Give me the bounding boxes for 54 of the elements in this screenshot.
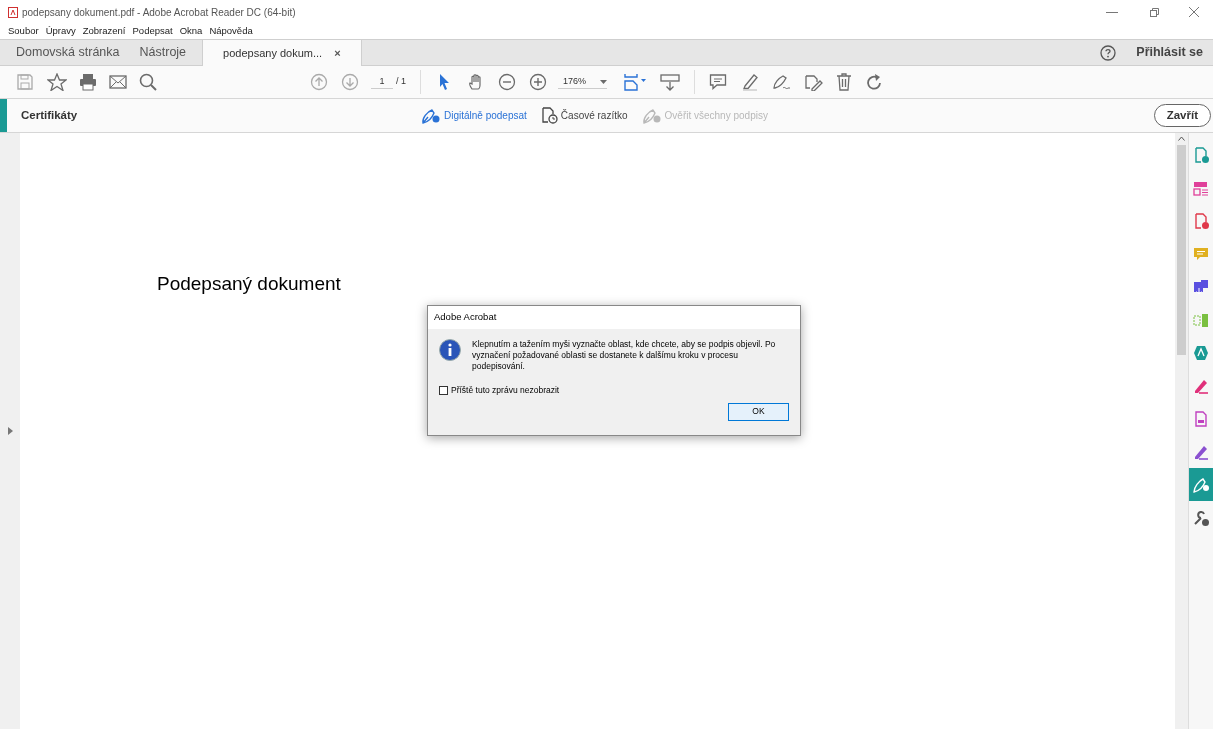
close-button[interactable]: Zavřít [1153, 104, 1211, 127]
menu-item[interactable]: Zobrazení [82, 24, 126, 39]
menu-item[interactable]: Podepsat [132, 24, 173, 39]
document-clock-icon [540, 107, 558, 124]
expand-arrow-icon[interactable] [7, 427, 13, 435]
tab[interactable]: Nástroje [129, 40, 197, 65]
highlighter-icon[interactable] [741, 73, 759, 91]
panel-accent-bar [0, 99, 7, 132]
signature-pen-icon[interactable] [771, 73, 791, 91]
star-icon[interactable] [47, 73, 67, 91]
sign-in-link[interactable]: Přihlásit se [1136, 43, 1203, 62]
panel-action-link[interactable]: Časové razítko [560, 108, 628, 123]
pen-nib-icon [421, 107, 441, 124]
scroll-mode-icon[interactable] [660, 73, 680, 91]
zoom-out-icon[interactable] [498, 73, 516, 91]
menu-item[interactable]: Okna [179, 24, 203, 39]
checkbox[interactable] [439, 385, 448, 395]
window-title: podepsany dokument.pdf - Adobe Acrobat Reader DC (64-bit) [22, 5, 296, 20]
fit-page-icon[interactable] [623, 73, 647, 91]
pdf-file-icon [8, 6, 18, 18]
ok-button[interactable]: OK [728, 402, 789, 421]
zoom-in-icon[interactable] [529, 73, 547, 91]
scrollbar-thumb[interactable] [1177, 145, 1186, 355]
menu-item[interactable]: Soubor [8, 24, 39, 39]
search-icon[interactable] [139, 73, 157, 91]
panel-title: Certifikáty [21, 107, 79, 123]
restore-icon[interactable] [1150, 7, 1159, 17]
zoom-dropdown[interactable]: 176% [558, 74, 607, 90]
tab[interactable]: podepsany dokum... × [202, 40, 362, 66]
redo-icon[interactable] [866, 73, 884, 91]
print-icon[interactable] [79, 73, 97, 91]
dialog-title: Adobe Acrobat [434, 310, 497, 325]
menu-item[interactable]: Úpravy [45, 24, 76, 39]
comment-icon[interactable] [709, 73, 727, 91]
panel-action-link[interactable]: Digitálně podepsat [444, 108, 527, 123]
tab[interactable]: Domovská stránka [6, 40, 130, 65]
info-icon [439, 339, 461, 361]
close-tab-icon[interactable]: × [334, 44, 341, 62]
dialog-message: Klepnutím a tažením myši vyznačte oblast, kde chcete, aby se podpis objevil. Po vyznačení požadované oblasti se dostanete k dalšímu kroku v procesu podepisování. [472, 339, 777, 372]
close-icon[interactable] [1189, 7, 1199, 17]
checkbox-label[interactable]: Příště tuto zprávu nezobrazit [451, 384, 560, 397]
mail-icon[interactable] [109, 73, 127, 91]
help-icon[interactable] [1100, 44, 1117, 61]
page-number-field[interactable]: 1 [371, 74, 393, 90]
document-edit-icon[interactable] [803, 73, 823, 91]
tool-item[interactable] [1189, 468, 1213, 501]
document-heading: Podepsaný dokument [157, 272, 341, 296]
page-count: / 1 [396, 75, 406, 89]
minimize-icon[interactable] [1106, 11, 1118, 13]
menu-item[interactable]: Nápověda [209, 24, 253, 39]
scroll-up-icon[interactable] [1178, 136, 1185, 141]
trash-icon[interactable] [836, 73, 852, 91]
caret-icon [600, 79, 607, 84]
cursor-arrow-icon[interactable] [437, 73, 451, 91]
